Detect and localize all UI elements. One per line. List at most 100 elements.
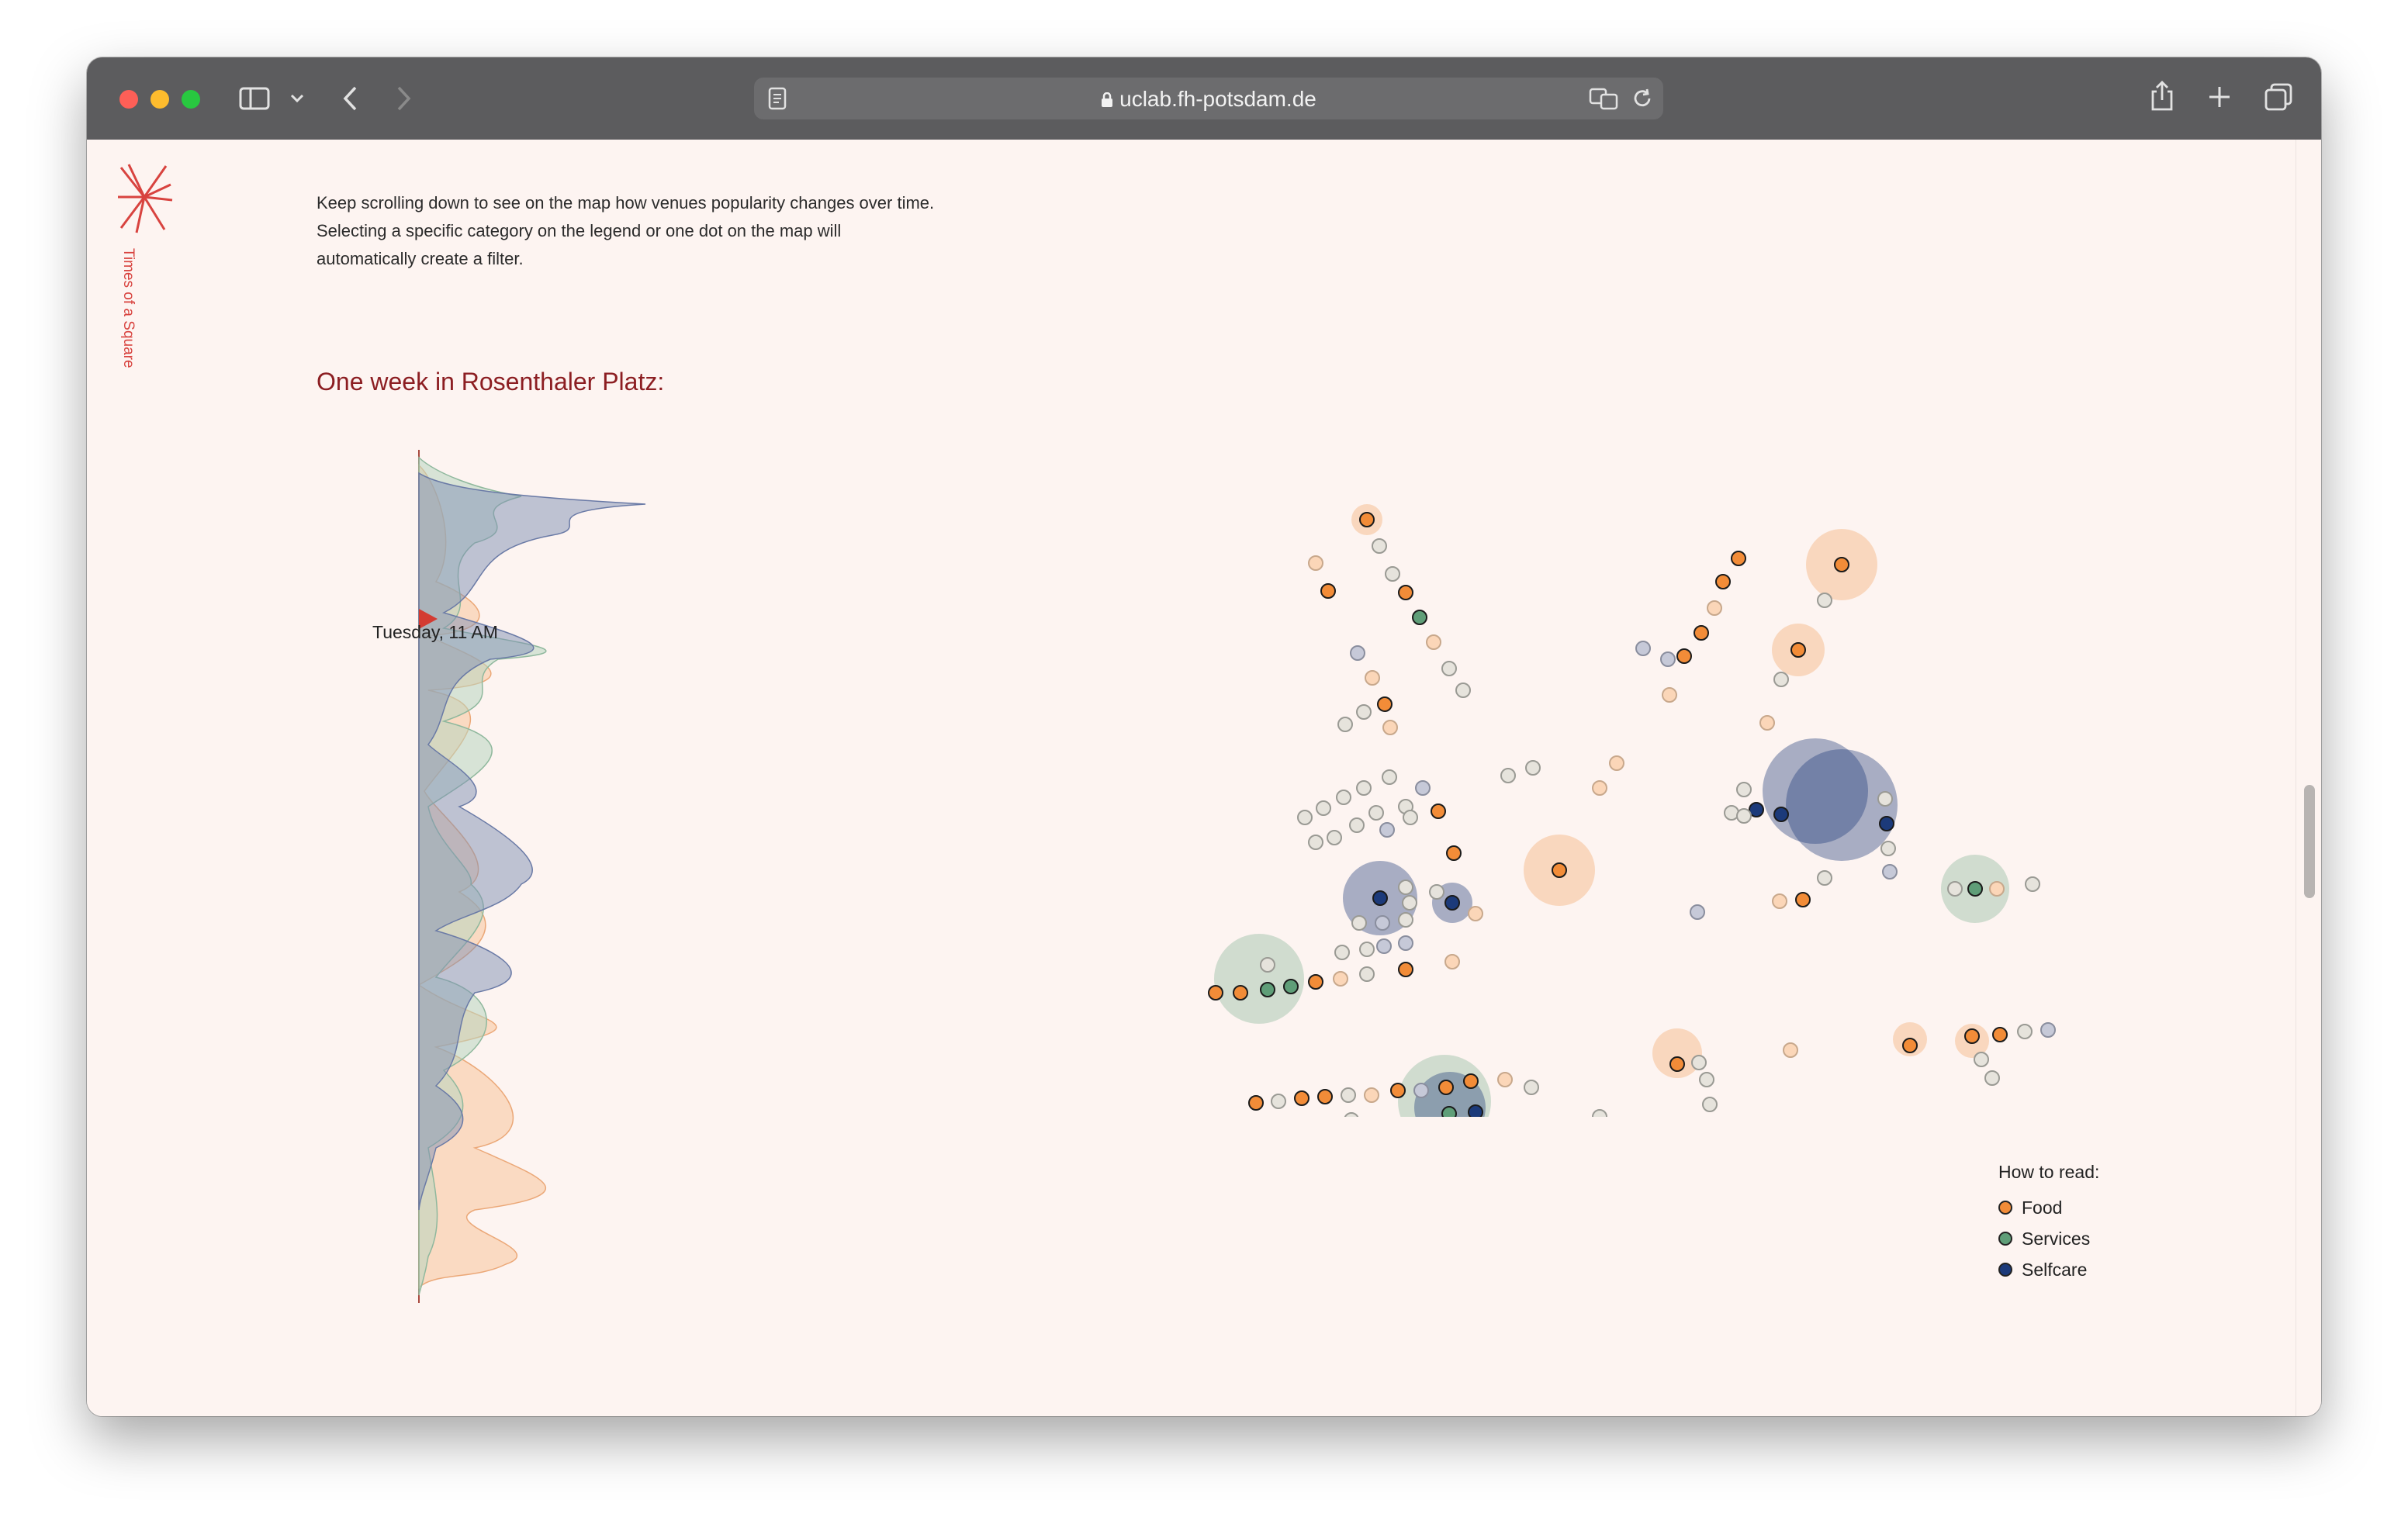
venue-dot-food-light[interactable] — [1989, 881, 2005, 897]
venue-dot-food[interactable] — [1463, 1073, 1479, 1089]
venue-dot-selfcare-light[interactable] — [1398, 935, 1413, 951]
venue-dot-food-light[interactable] — [1333, 971, 1348, 987]
forward-icon[interactable] — [396, 85, 413, 112]
venue-dot-inactive[interactable] — [1592, 1109, 1607, 1117]
popularity-timeline-chart[interactable] — [320, 450, 661, 1311]
venue-dot-inactive[interactable] — [1398, 880, 1413, 895]
venue-dot-inactive[interactable] — [1817, 870, 1832, 886]
venue-dot-selfcare-light[interactable] — [1375, 915, 1390, 931]
venue-dot-inactive[interactable] — [1356, 780, 1372, 796]
venue-dot-food[interactable] — [1676, 648, 1692, 664]
minimize-window-button[interactable] — [150, 90, 169, 109]
venue-dot-food-light[interactable] — [1609, 755, 1624, 771]
venue-dot-inactive[interactable] — [1341, 1087, 1356, 1103]
venue-dot-selfcare-light[interactable] — [1415, 780, 1431, 796]
venue-dot-food[interactable] — [1731, 551, 1746, 566]
venue-dot-food-light[interactable] — [1365, 670, 1380, 686]
venue-dot-inactive[interactable] — [1691, 1055, 1707, 1070]
venue-dot-food[interactable] — [1317, 1089, 1333, 1104]
venue-dot-food-light[interactable] — [1308, 555, 1323, 571]
venue-dot-services[interactable] — [1412, 610, 1427, 625]
venue-dot-inactive[interactable] — [1455, 683, 1471, 698]
venue-dot-inactive[interactable] — [1877, 791, 1893, 807]
address-bar[interactable]: uclab.fh-potsdam.de — [754, 78, 1663, 119]
venue-dot-food[interactable] — [1992, 1027, 2008, 1042]
venue-dot-inactive[interactable] — [1351, 915, 1367, 931]
venue-dot-inactive[interactable] — [2025, 876, 2040, 892]
venue-dot-inactive[interactable] — [1984, 1070, 2000, 1086]
venue-dot-inactive[interactable] — [1356, 704, 1372, 720]
share-icon[interactable] — [2149, 79, 2175, 112]
venue-dot-inactive[interactable] — [1403, 810, 1418, 825]
venue-dot-inactive[interactable] — [1773, 672, 1789, 687]
venue-dot-selfcare-light[interactable] — [2040, 1022, 2056, 1038]
site-logo-text[interactable]: Times of a Square — [118, 248, 138, 368]
venue-dot-selfcare[interactable] — [1372, 890, 1388, 906]
venue-dot-food-light[interactable] — [1364, 1087, 1379, 1103]
legend-item-food[interactable]: Food — [1998, 1192, 2099, 1223]
venue-dot-food[interactable] — [1669, 1056, 1685, 1072]
venue-dot-inactive[interactable] — [1702, 1097, 1718, 1112]
translate-icon[interactable] — [1589, 87, 1618, 110]
venue-dot-inactive[interactable] — [1402, 895, 1417, 911]
venue-dot-food-light[interactable] — [1426, 634, 1441, 650]
venue-dot-food[interactable] — [1431, 804, 1446, 819]
venue-dot-inactive[interactable] — [1736, 808, 1752, 824]
venue-dot-food-light[interactable] — [1662, 687, 1677, 703]
venue-dot-food[interactable] — [1390, 1083, 1406, 1098]
venue-dot-inactive[interactable] — [1349, 817, 1365, 833]
venue-dot-inactive[interactable] — [1385, 566, 1400, 582]
venue-dot-selfcare-light[interactable] — [1635, 641, 1651, 656]
venue-dot-food-light[interactable] — [1468, 906, 1483, 921]
venue-dot-food[interactable] — [1902, 1038, 1918, 1053]
venue-dot-inactive[interactable] — [1308, 835, 1323, 850]
venue-dot-inactive[interactable] — [1699, 1072, 1714, 1087]
venue-dot-inactive[interactable] — [1525, 760, 1541, 776]
venue-dot-food-light[interactable] — [1772, 893, 1787, 909]
venue-dot-selfcare[interactable] — [1879, 816, 1894, 831]
venue-dot-inactive[interactable] — [1382, 769, 1397, 785]
venue-dot-services[interactable] — [1260, 982, 1275, 997]
venue-dot-food[interactable] — [1964, 1028, 1980, 1044]
venue-dot-inactive[interactable] — [1337, 717, 1353, 732]
venue-dot-inactive[interactable] — [1316, 800, 1331, 816]
venue-dot-inactive[interactable] — [1336, 790, 1351, 805]
venue-dot-selfcare-light[interactable] — [1882, 864, 1898, 880]
venue-dot-food[interactable] — [1715, 574, 1731, 589]
venue-dot-food[interactable] — [1248, 1095, 1264, 1111]
venue-dot-food[interactable] — [1208, 985, 1223, 1001]
venue-dot-food[interactable] — [1438, 1080, 1454, 1095]
venue-dot-food[interactable] — [1233, 985, 1248, 1001]
venue-map[interactable] — [1173, 341, 2181, 1117]
venue-dot-food[interactable] — [1790, 642, 1806, 658]
venue-dot-services[interactable] — [1283, 979, 1299, 994]
venue-dot-inactive[interactable] — [2017, 1024, 2033, 1039]
venue-dot-inactive[interactable] — [1524, 1080, 1539, 1095]
venue-dot-food[interactable] — [1446, 845, 1462, 861]
venue-dot-inactive[interactable] — [1297, 810, 1313, 825]
venue-dot-food[interactable] — [1308, 974, 1323, 990]
venue-dot-food[interactable] — [1359, 512, 1375, 527]
venue-dot-inactive[interactable] — [1260, 957, 1275, 973]
tab-overview-icon[interactable] — [2264, 82, 2293, 112]
venue-dot-food-light[interactable] — [1592, 780, 1607, 796]
venue-dot-inactive[interactable] — [1947, 881, 1963, 897]
venue-dot-food[interactable] — [1398, 585, 1413, 600]
venue-dot-food[interactable] — [1694, 625, 1709, 641]
venue-dot-services[interactable] — [1967, 881, 1983, 897]
site-logo-icon[interactable] — [115, 161, 174, 236]
close-window-button[interactable] — [119, 90, 138, 109]
venue-dot-inactive[interactable] — [1500, 768, 1516, 783]
venue-dot-selfcare-light[interactable] — [1413, 1083, 1429, 1098]
venue-dot-inactive[interactable] — [1372, 538, 1387, 554]
venue-dot-selfcare-light[interactable] — [1660, 651, 1676, 667]
venue-dot-inactive[interactable] — [1429, 884, 1444, 900]
scrollbar-thumb[interactable] — [2304, 785, 2315, 898]
venue-dot-food[interactable] — [1377, 696, 1393, 712]
venue-dot-inactive[interactable] — [1736, 782, 1752, 797]
venue-dot-food-light[interactable] — [1497, 1072, 1513, 1087]
legend-item-selfcare[interactable]: Selfcare — [1998, 1254, 2099, 1285]
venue-dot-inactive[interactable] — [1271, 1094, 1286, 1109]
venue-dot-food-light[interactable] — [1759, 715, 1775, 731]
venue-dot-food-light[interactable] — [1382, 720, 1398, 735]
